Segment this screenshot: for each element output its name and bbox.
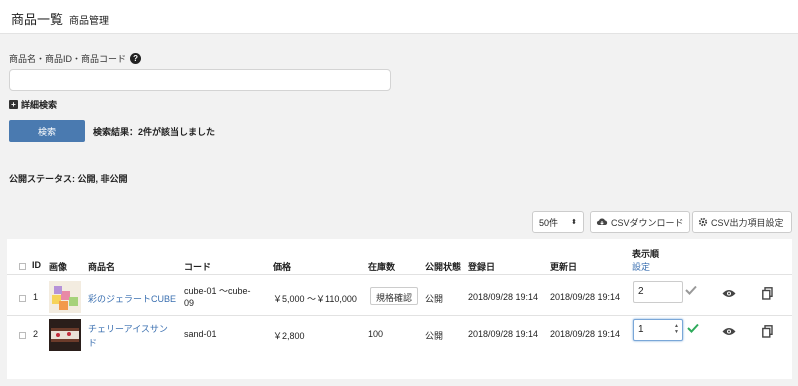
product-code: sand-01: [184, 329, 217, 339]
row-divider: [7, 315, 792, 316]
search-input[interactable]: [9, 69, 391, 91]
publish-status-filter: 公開ステータス: 公開, 非公開: [9, 174, 128, 184]
registered-date: 2018/09/28 19:14: [468, 329, 539, 339]
cloud-download-icon: [596, 217, 608, 227]
col-id: ID: [32, 260, 41, 270]
page-header: 商品一覧 商品管理: [0, 0, 798, 34]
page-title-text: 商品一覧: [11, 12, 64, 27]
csv-settings-label: CSV出力項目設定: [711, 217, 784, 228]
per-page-value: 50件: [539, 217, 559, 228]
sort-order-input[interactable]: 2: [633, 281, 683, 303]
copy-icon[interactable]: [762, 287, 773, 300]
search-result-text: 検索結果：2件が該当しました: [93, 127, 216, 137]
col-image: 画像: [49, 262, 68, 272]
col-name: 商品名: [88, 262, 116, 272]
select-all-checkbox[interactable]: [19, 263, 26, 270]
sort-order-input[interactable]: 1 ▲ ▼: [633, 319, 683, 341]
product-price: ￥5,000 ～￥110,000: [273, 294, 357, 304]
search-label: 商品名・商品ID・商品コード ?: [9, 52, 142, 65]
registered-date: 2018/09/28 19:14: [468, 292, 539, 302]
row-id: 1: [33, 292, 39, 302]
search-label-text: 商品名・商品ID・商品コード: [9, 54, 127, 64]
select-arrows-icon: ⬍: [571, 219, 577, 226]
product-code: cube-01 ～cube-: [184, 286, 251, 296]
col-stock: 在庫数: [368, 262, 396, 272]
product-thumbnail[interactable]: [49, 319, 81, 351]
order-set-link[interactable]: 設定: [632, 260, 650, 273]
page-title: 商品一覧 商品管理: [11, 9, 109, 28]
plus-icon: +: [9, 100, 18, 109]
row-checkbox[interactable]: [19, 332, 26, 339]
product-code-cont: 09: [184, 298, 195, 308]
stock-count: 100: [368, 329, 384, 339]
csv-download-label: CSVダウンロード: [611, 217, 684, 228]
per-page-select[interactable]: 50件 ⬍: [532, 211, 584, 233]
publish-status: 公開: [425, 294, 444, 304]
search-button[interactable]: 検索: [9, 120, 85, 142]
row-id: 2: [33, 329, 39, 339]
sort-order-value: 1: [638, 324, 644, 335]
check-icon[interactable]: [685, 285, 697, 295]
variant-check-button[interactable]: 規格確認: [370, 287, 419, 305]
eye-icon[interactable]: [722, 289, 736, 298]
col-updated: 更新日: [550, 262, 578, 272]
help-icon[interactable]: ?: [130, 53, 142, 64]
eye-icon[interactable]: [722, 327, 736, 336]
updated-date: 2018/09/28 19:14: [550, 329, 621, 339]
gear-icon: [698, 217, 708, 227]
csv-settings-button[interactable]: CSV出力項目設定: [692, 211, 792, 233]
updated-date: 2018/09/28 19:14: [550, 292, 621, 302]
product-price: ￥2,800: [273, 331, 305, 341]
col-price: 価格: [273, 262, 292, 272]
col-order: 表示順: [632, 249, 660, 259]
col-code: コード: [184, 262, 212, 272]
spinner-arrows-icon[interactable]: ▲ ▼: [674, 323, 679, 335]
publish-status: 公開: [425, 331, 444, 341]
product-name-link[interactable]: チェリーアイスサン: [88, 322, 168, 335]
check-icon[interactable]: [687, 323, 699, 333]
page-subtitle: 商品管理: [69, 16, 110, 27]
product-thumbnail[interactable]: [49, 281, 81, 313]
sort-order-value: 2: [638, 286, 644, 297]
product-name-link-cont[interactable]: ド: [88, 336, 97, 349]
copy-icon[interactable]: [762, 325, 773, 338]
header-divider: [7, 274, 792, 275]
product-table: ID 画像 商品名 コード 価格 在庫数 公開状態 登録日 更新日 表示順 設定…: [7, 239, 792, 379]
advanced-search-toggle[interactable]: + 詳細検索: [9, 98, 57, 111]
col-registered: 登録日: [468, 262, 496, 272]
col-status: 公開状態: [425, 262, 462, 272]
row-checkbox[interactable]: [19, 295, 26, 302]
product-name-link[interactable]: 彩のジェラートCUBE: [88, 292, 176, 305]
csv-download-button[interactable]: CSVダウンロード: [590, 211, 690, 233]
advanced-search-label: 詳細検索: [21, 100, 58, 110]
